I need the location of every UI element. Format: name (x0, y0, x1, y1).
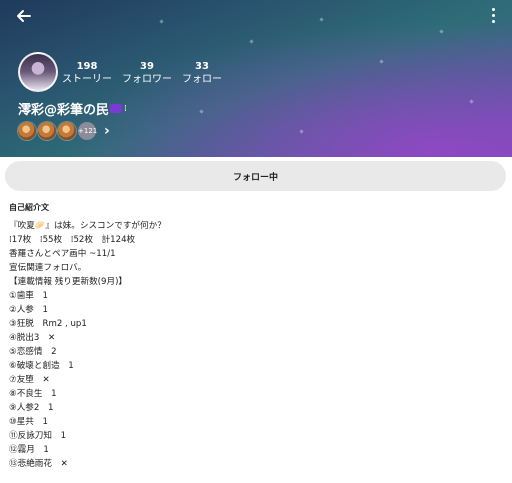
bio-heading: 自己紹介文 (9, 203, 49, 212)
stat-followers[interactable]: 39 フォロワー (122, 61, 172, 87)
sparkle-decoration (249, 39, 254, 44)
bio-line: ⑦友堕 ✕ (9, 375, 50, 385)
bio-line: ④脱出3 ✕ (9, 333, 56, 343)
back-button[interactable] (14, 6, 36, 28)
stat-stories[interactable]: 198 ストーリー (62, 61, 112, 87)
sparkle-decoration (199, 109, 204, 114)
bio-line: ①歯車 1 (9, 291, 48, 301)
stat-value: 33 (195, 61, 209, 72)
arrow-left-icon (17, 10, 31, 22)
bio-line: ⑥破壊と創造 1 (9, 361, 74, 371)
medal-icon (38, 122, 56, 140)
stat-value: 198 (76, 61, 98, 72)
purple-heart-icon (110, 104, 123, 113)
profile-header: 198 ストーリー 39 フォロワー 33 フォロー 澪彩@彩筆の民 ⁞ +12… (0, 0, 512, 157)
sparkle-decoration (299, 129, 304, 134)
bio-line: ⑨人参2 1 (9, 403, 54, 413)
profile-name-text: 澪彩@彩筆の民 (18, 103, 110, 118)
stat-following[interactable]: 33 フォロー (182, 61, 222, 87)
following-button[interactable]: フォロー中 (5, 161, 506, 191)
stat-label: フォロワー (122, 74, 172, 85)
chevron-right-icon[interactable]: › (104, 124, 110, 138)
sparkle-decoration (379, 59, 384, 64)
bio-line: ⁞17枚 ⁞55枚 ⁞52枚 計124枚 (9, 235, 136, 245)
bio-line: ⑬悲絶雨花 ✕ (9, 459, 68, 469)
sparkle-decoration (159, 19, 164, 24)
badge-row[interactable]: +121 › (18, 122, 110, 140)
bio-line: ⑧不良生 1 (9, 389, 57, 399)
medal-icon (58, 122, 76, 140)
sparkle-decoration (439, 29, 444, 34)
more-vert-icon[interactable] (488, 8, 498, 26)
bio-line: ⑩星共 1 (9, 417, 48, 427)
profile-name: 澪彩@彩筆の民 ⁞ (18, 99, 127, 118)
bio-line: ⑫霧月 1 (9, 445, 49, 455)
avatar[interactable] (18, 52, 58, 92)
stat-value: 39 (140, 61, 154, 72)
sparkle-decoration (319, 17, 324, 22)
medal-icon (18, 122, 36, 140)
bio-line: 香羅さんとペア画中 ~11/1 (9, 249, 116, 259)
bio-text: 『吹夏🥟』は妹。シスコンですが何か？ ⁞17枚 ⁞55枚 ⁞52枚 計124枚 … (9, 219, 499, 471)
bio-line: ③狂脱 Rm2 , up1 (9, 319, 87, 329)
stat-label: フォロー (182, 74, 222, 85)
profile-stats: 198 ストーリー 39 フォロワー 33 フォロー (62, 61, 232, 87)
bio-line: 宣伝関連フォロバ。 (9, 263, 87, 273)
bio-line: 『吹夏🥟』は妹。シスコンですが何か？ (9, 221, 166, 231)
stat-label: ストーリー (62, 74, 112, 85)
bio-line: 【連載情報 残り更新数(9月)】 (9, 277, 128, 287)
sparkle-decoration (469, 99, 474, 104)
bio-line: ②人参 1 (9, 305, 48, 315)
badge-more-count: +121 (78, 122, 97, 140)
following-button-label: フォロー中 (232, 172, 278, 183)
bio-line: ⑤恋感情 2 (9, 347, 57, 357)
bio-line: ⑪反詠刀知 1 (9, 431, 67, 441)
profile-name-suffix: ⁞ (124, 103, 127, 114)
